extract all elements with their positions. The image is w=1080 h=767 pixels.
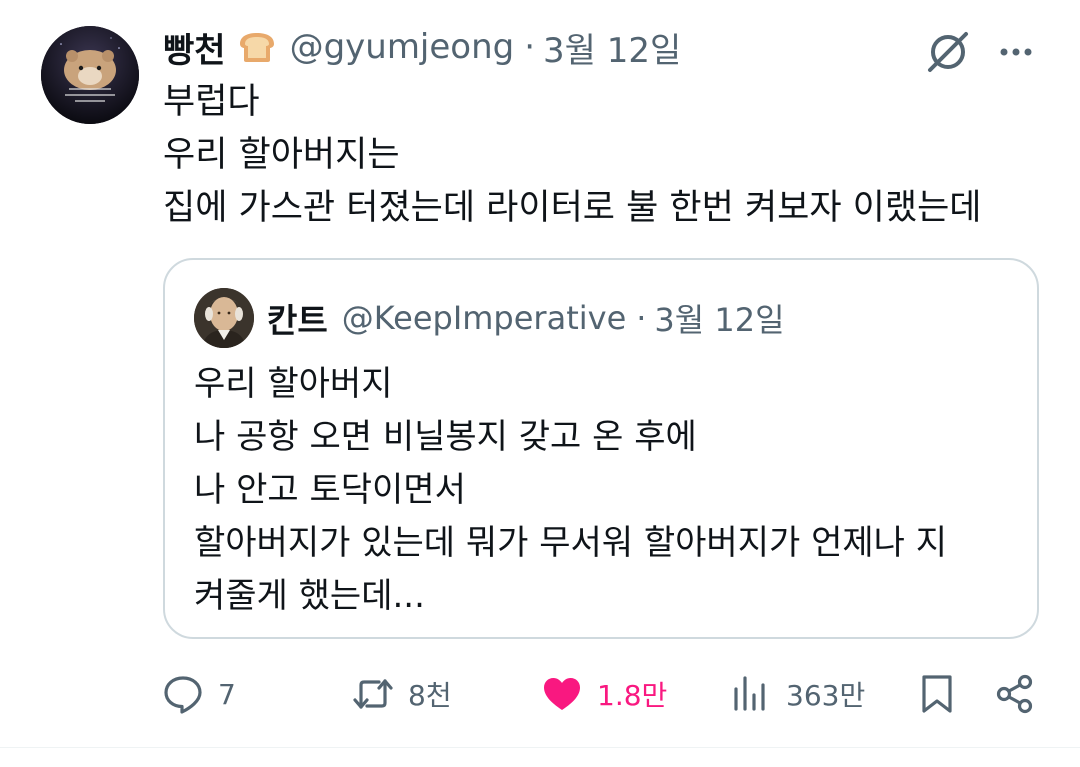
- tweet-line: 우리 할아버지는: [163, 135, 400, 175]
- views-button[interactable]: 363만: [730, 664, 865, 724]
- reply-count: 7: [218, 677, 236, 711]
- bookmark-icon: [922, 675, 952, 713]
- quote-line: 나 공항 오면 비닐봉지 갖고 온 후에: [194, 417, 697, 457]
- more-options-icon[interactable]: [996, 34, 1036, 70]
- reply-button[interactable]: 7: [162, 664, 236, 724]
- heart-filled-icon: [544, 678, 580, 710]
- share-button[interactable]: [994, 664, 1036, 724]
- quote-line: 켜줄게 했는데...: [194, 576, 425, 616]
- quote-line: 할아버지가 있는데 뭐가 무서워 할아버지가 언제나 지: [194, 523, 948, 563]
- divider: [0, 747, 1080, 748]
- quote-date: 3월 12일: [654, 301, 785, 339]
- quote-header: 칸트 @KeepImperative · 3월 12일: [267, 293, 785, 343]
- like-button[interactable]: 1.8만: [541, 664, 667, 724]
- separator-dot: ·: [524, 27, 536, 67]
- hamster-avatar-icon: [41, 26, 139, 124]
- separator-dot: ·: [636, 299, 647, 337]
- bread-icon: [236, 30, 278, 64]
- author-avatar[interactable]: [41, 26, 139, 124]
- bookmark-button[interactable]: [917, 664, 957, 724]
- quote-text: 우리 할아버지 나 공항 오면 비닐봉지 갖고 온 후에 나 안고 토닥이면서 …: [194, 358, 1014, 623]
- author-handle[interactable]: @gyumjeong: [290, 27, 515, 67]
- quoted-tweet-card[interactable]: 칸트 @KeepImperative · 3월 12일 우리 할아버지 나 공항…: [163, 258, 1039, 639]
- retweet-icon: [353, 679, 393, 709]
- author-name[interactable]: 빵천: [163, 23, 226, 72]
- views-chart-icon: [734, 676, 765, 711]
- retweet-count: 8천: [408, 679, 452, 712]
- quote-author-name: 칸트: [267, 301, 328, 340]
- tweet-text: 부럽다 우리 할아버지는 집에 가스관 터졌는데 라이터로 불 한번 켜보자 이…: [163, 76, 1043, 235]
- share-icon: [996, 674, 1033, 714]
- retweet-button[interactable]: 8천: [352, 664, 452, 724]
- quote-author-handle: @KeepImperative: [341, 299, 627, 337]
- quote-author-avatar[interactable]: [194, 288, 254, 348]
- quote-line: 우리 할아버지: [194, 364, 393, 404]
- action-bar: 7 8천 1.8만 363만: [0, 664, 1080, 724]
- tweet-line: 부럽다: [163, 82, 260, 122]
- like-count: 1.8만: [597, 679, 668, 712]
- kant-portrait-avatar-icon: [194, 288, 254, 348]
- reply-icon: [164, 676, 202, 714]
- tweet-line: 집에 가스관 터졌는데 라이터로 불 한번 켜보자 이랬는데: [163, 188, 982, 228]
- views-count: 363만: [786, 679, 866, 712]
- tweet-date[interactable]: 3월 12일: [543, 23, 681, 72]
- tweet-header: 빵천 @gyumjeong · 3월 12일: [163, 22, 681, 72]
- quote-line: 나 안고 토닥이면서: [194, 470, 466, 510]
- grok-icon[interactable]: [924, 28, 972, 76]
